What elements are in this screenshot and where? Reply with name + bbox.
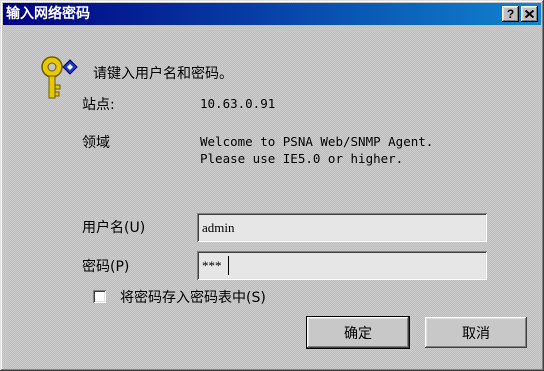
dialog-title: 输入网络密码 [6, 6, 90, 22]
site-value: 10.63.0.91 [200, 96, 276, 111]
username-label: 用户名(U) [82, 220, 146, 236]
prompt-text: 请键入用户名和密码。 [93, 66, 233, 82]
site-label: 站点: [82, 97, 115, 113]
realm-line: Please use IE5.0 or higher. [200, 151, 404, 166]
text-cursor [228, 256, 229, 275]
help-icon: ? [506, 7, 515, 21]
network-password-dialog: 输入网络密码 ? 请键入用户名和密码。 站点: 10.63.0.91 领域 We… [0, 0, 544, 371]
ok-button-label: 确定 [344, 325, 372, 342]
realm-line: Welcome to PSNA Web/SNMP Agent. [200, 134, 434, 149]
close-button[interactable] [521, 6, 538, 22]
cancel-button-label: 取消 [462, 325, 490, 342]
ok-button[interactable]: 确定 [306, 316, 410, 349]
cancel-button[interactable]: 取消 [425, 317, 527, 348]
help-button[interactable]: ? [502, 6, 519, 22]
password-label: 密码(P) [82, 259, 130, 275]
close-icon [525, 10, 534, 18]
save-password-checkbox[interactable] [93, 290, 106, 303]
password-input[interactable] [197, 251, 487, 280]
username-input[interactable] [197, 213, 487, 242]
key-icon [41, 56, 78, 99]
title-bar[interactable]: 输入网络密码 ? [3, 3, 541, 25]
realm-value: Welcome to PSNA Web/SNMP Agent. Please u… [200, 133, 433, 167]
save-password-label[interactable]: 将密码存入密码表中(S) [120, 287, 266, 307]
realm-label: 领域 [82, 135, 110, 151]
